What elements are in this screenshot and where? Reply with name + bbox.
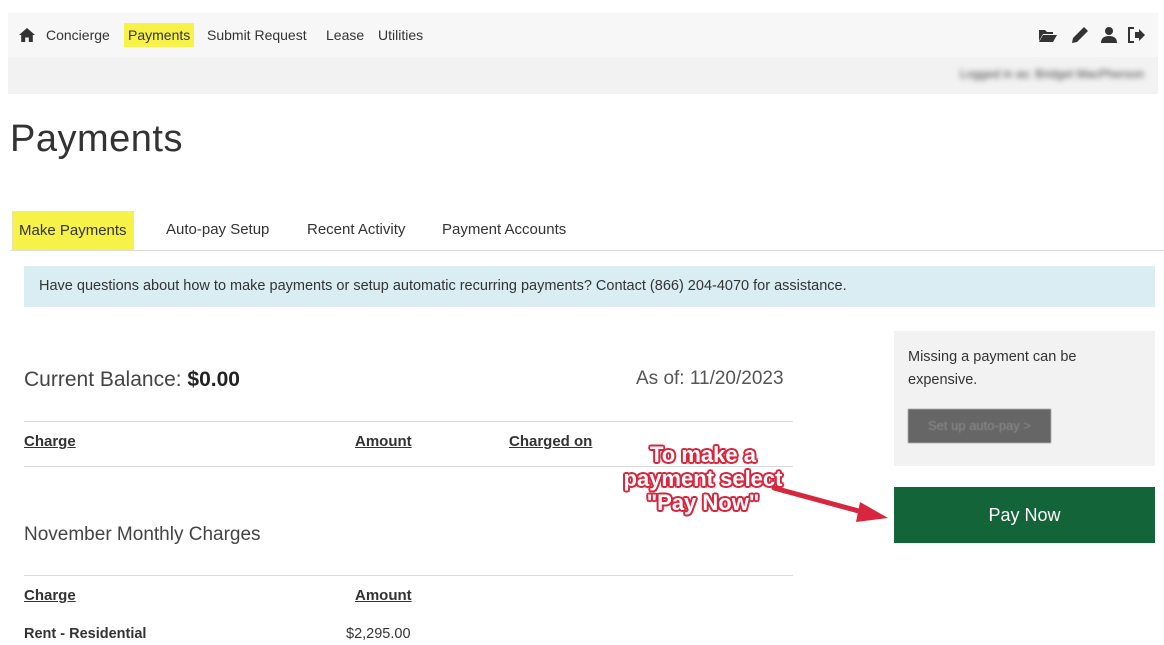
folder-open-icon[interactable] [1038,25,1058,45]
pencil-icon[interactable] [1070,25,1090,45]
pay-now-button[interactable]: Pay Now [894,487,1155,543]
current-balance-amount: $0.00 [187,368,240,391]
current-balance-label: Current Balance: [24,368,188,391]
nav-concierge[interactable]: Concierge [42,23,114,47]
sign-out-icon[interactable] [1126,25,1146,45]
tab-payment-accounts[interactable]: Payment Accounts [436,211,572,249]
login-bar: Logged in as: Bridget MacPherson [8,57,1158,94]
row-amount: $2,295.00 [346,626,411,642]
row-charge: Rent - Residential [24,626,147,642]
divider [24,575,793,576]
nav-utilities[interactable]: Utilities [374,23,427,47]
header-amount[interactable]: Amount [355,433,412,450]
page-title: Payments [10,118,183,160]
nav-lease[interactable]: Lease [322,23,368,47]
logged-in-text: Logged in as: Bridget MacPherson [959,67,1144,81]
home-icon[interactable] [18,26,36,44]
monthly-charges-title: November Monthly Charges [24,524,261,545]
set-up-autopay-button[interactable]: Set up auto-pay > [908,409,1051,443]
header-charged-on[interactable]: Charged on [509,433,592,450]
tab-make-payments[interactable]: Make Payments [12,211,134,250]
nav-submit-request[interactable]: Submit Request [203,23,311,47]
autopay-promo: Missing a payment can be expensive. Set … [894,331,1155,466]
tab-auto-pay-setup[interactable]: Auto-pay Setup [160,211,275,249]
monthly-header-charge[interactable]: Charge [24,587,76,604]
nav-payments[interactable]: Payments [124,23,195,47]
user-icon[interactable] [1099,25,1119,45]
header-charge[interactable]: Charge [24,433,76,450]
info-banner: Have questions about how to make payment… [24,266,1155,307]
arrow-icon [771,485,888,522]
promo-text: Missing a payment can be expensive. [908,349,1077,388]
monthly-header-amount[interactable]: Amount [355,587,412,604]
tabs-divider [10,250,1164,251]
current-balance: Current Balance: $0.00 [24,368,240,392]
divider [24,421,793,422]
as-of-date: As of: 11/20/2023 [636,368,784,389]
tab-recent-activity[interactable]: Recent Activity [301,211,411,249]
top-navbar: Concierge Payments Submit Request Lease … [8,13,1158,58]
